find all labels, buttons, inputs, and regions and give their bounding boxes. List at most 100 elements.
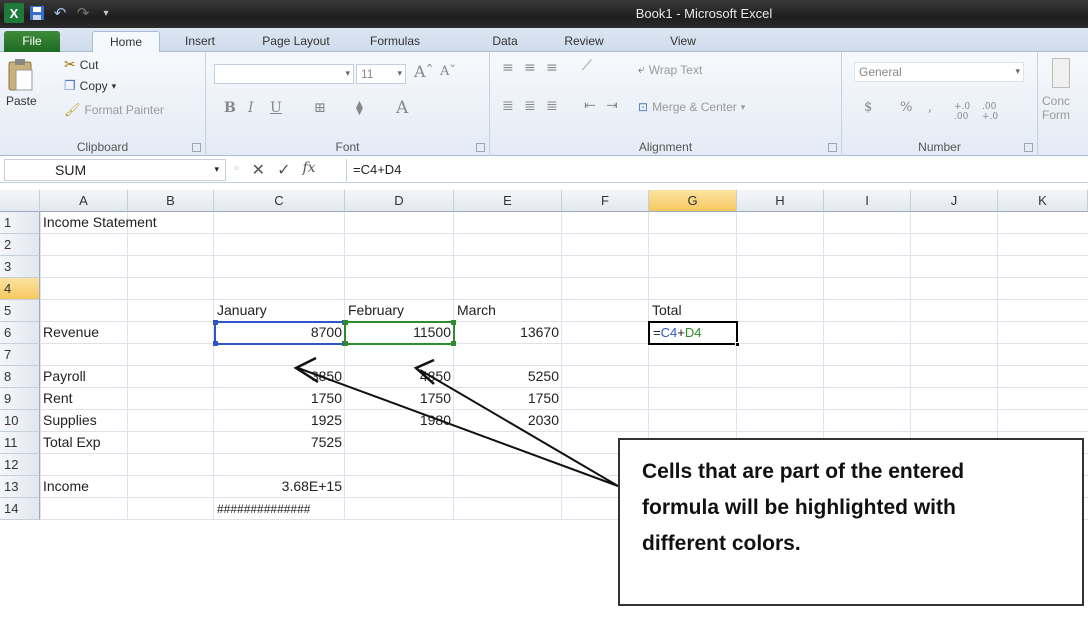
cell-C8[interactable]: 1925 <box>214 410 345 432</box>
cell-C11[interactable]: 3.68E+15 <box>214 476 345 498</box>
number-format-combo[interactable]: General ▾ <box>854 62 1024 82</box>
row-header[interactable]: 13 <box>0 476 40 498</box>
cancel-icon[interactable]: ◦ <box>234 160 240 180</box>
bold-icon[interactable]: B <box>224 100 236 116</box>
row-header[interactable]: 6 <box>0 322 40 344</box>
format-painter-button[interactable]: 🖌 Format Painter <box>64 102 164 118</box>
formula-input[interactable]: =C4+D4 <box>346 159 1084 181</box>
increase-indent-icon[interactable]: ⇥ <box>606 98 618 114</box>
row-header[interactable]: 1 <box>0 212 40 234</box>
decrease-indent-icon[interactable]: ⇤ <box>584 98 596 114</box>
orientation-icon[interactable]: ⟋ <box>582 58 592 74</box>
font-name-combo[interactable]: ▾ <box>214 64 354 84</box>
borders-icon[interactable]: ⊞ <box>314 100 326 116</box>
select-all-corner[interactable] <box>0 190 40 212</box>
copy-button[interactable]: ❐ Copy ▾ <box>64 78 116 94</box>
row-header[interactable]: 8 <box>0 366 40 388</box>
wrap-text-button[interactable]: ⤶ Wrap Text <box>638 62 702 77</box>
font-size-combo[interactable]: 11 ▾ <box>356 64 406 84</box>
underline-icon[interactable]: U <box>270 100 282 116</box>
tab-formulas[interactable]: Formulas <box>355 31 435 52</box>
cell-C3[interactable]: January <box>214 300 345 322</box>
row-header[interactable]: 9 <box>0 388 40 410</box>
tab-file[interactable]: File <box>4 31 60 52</box>
cell-C6[interactable]: 3850 <box>214 366 345 388</box>
cell-A9[interactable]: Total Exp <box>40 432 128 454</box>
comma-button[interactable]: , <box>928 100 932 115</box>
align-middle-icon[interactable]: ≡ <box>524 60 536 76</box>
tab-data[interactable]: Data <box>478 31 532 52</box>
dialog-launcher-icon[interactable] <box>192 143 201 152</box>
cell-D7[interactable]: 1750 <box>345 388 454 410</box>
dialog-launcher-icon[interactable] <box>1024 143 1033 152</box>
align-left-icon[interactable]: ≣ <box>502 98 514 114</box>
row-header[interactable]: 7 <box>0 344 40 366</box>
tab-insert[interactable]: Insert <box>170 31 230 52</box>
row-header[interactable]: 14 <box>0 498 40 520</box>
tab-review[interactable]: Review <box>552 31 616 52</box>
cell-A8[interactable]: Supplies <box>40 410 128 432</box>
italic-icon[interactable]: I <box>248 100 254 116</box>
fill-color-icon[interactable]: ⧫ <box>356 100 363 116</box>
column-header[interactable]: A <box>40 190 128 212</box>
column-header[interactable]: E <box>454 190 562 212</box>
cell-C13[interactable]: ############## <box>214 500 345 520</box>
close-icon[interactable]: ✕ <box>252 160 265 180</box>
column-header[interactable]: D <box>345 190 454 212</box>
cell-E3[interactable]: March <box>454 300 562 322</box>
cell-A7[interactable]: Rent <box>40 388 128 410</box>
cell-D8[interactable]: 1980 <box>345 410 454 432</box>
cut-button[interactable]: ✂ Cut <box>64 56 98 73</box>
row-header-selected[interactable]: 4 <box>0 278 40 300</box>
currency-button[interactable]: $ <box>864 100 872 115</box>
font-color-icon[interactable]: A <box>396 98 408 118</box>
cell-C7[interactable]: 1750 <box>214 388 345 410</box>
name-box[interactable]: SUM ▾ <box>4 159 226 181</box>
dialog-launcher-icon[interactable] <box>828 143 837 152</box>
cell-E6[interactable]: 5250 <box>454 366 562 388</box>
tab-home[interactable]: Home <box>92 31 160 52</box>
column-header[interactable]: F <box>562 190 649 212</box>
fill-handle[interactable] <box>735 342 740 347</box>
cell-D3[interactable]: February <box>345 300 454 322</box>
increase-decimal-button[interactable]: +.0 .00 <box>954 102 978 122</box>
cell-A4[interactable]: Revenue <box>40 322 128 344</box>
cell-A11[interactable]: Income <box>40 476 128 498</box>
tab-view[interactable]: View <box>658 31 708 52</box>
cell-E7[interactable]: 1750 <box>454 388 562 410</box>
conditional-formatting-icon[interactable] <box>1052 58 1070 88</box>
cell-E4[interactable]: 13670 <box>454 322 562 344</box>
column-header[interactable]: K <box>998 190 1088 212</box>
column-header-selected[interactable]: G <box>649 190 737 212</box>
decrease-decimal-button[interactable]: .00 +.0 <box>982 102 1006 122</box>
align-top-icon[interactable]: ≡ <box>502 60 514 76</box>
tab-page-layout[interactable]: Page Layout <box>246 31 346 52</box>
check-icon[interactable]: ✓ <box>277 160 290 180</box>
conditional-formatting-button[interactable]: Conc Form <box>1042 94 1070 122</box>
row-header[interactable]: 2 <box>0 234 40 256</box>
cell-G3[interactable]: Total <box>649 300 737 322</box>
column-header[interactable]: B <box>128 190 214 212</box>
row-header[interactable]: 3 <box>0 256 40 278</box>
dialog-launcher-icon[interactable] <box>476 143 485 152</box>
align-bottom-icon[interactable]: ≡ <box>546 60 558 76</box>
row-header[interactable]: 10 <box>0 410 40 432</box>
cell-C9[interactable]: 7525 <box>214 432 345 454</box>
insert-function-icon[interactable]: fx <box>302 160 315 180</box>
column-header[interactable]: J <box>911 190 998 212</box>
column-header[interactable]: H <box>737 190 824 212</box>
cell-A1[interactable]: Income Statement <box>40 212 220 234</box>
align-right-icon[interactable]: ≣ <box>546 98 558 114</box>
merge-center-button[interactable]: ⊡ Merge & Center ▾ <box>638 100 745 114</box>
column-header[interactable]: I <box>824 190 911 212</box>
cell-D6[interactable]: 4850 <box>345 366 454 388</box>
row-header[interactable]: 11 <box>0 432 40 454</box>
paste-button[interactable]: Paste <box>6 58 37 108</box>
row-header[interactable]: 12 <box>0 454 40 476</box>
grow-font-icon[interactable]: Aˆ <box>414 62 434 81</box>
row-header[interactable]: 5 <box>0 300 40 322</box>
shrink-font-icon[interactable]: Aˇ <box>440 64 456 79</box>
active-cell-g4[interactable]: =C4+D4 <box>648 321 740 347</box>
align-center-icon[interactable]: ≣ <box>524 98 536 114</box>
cell-E8[interactable]: 2030 <box>454 410 562 432</box>
